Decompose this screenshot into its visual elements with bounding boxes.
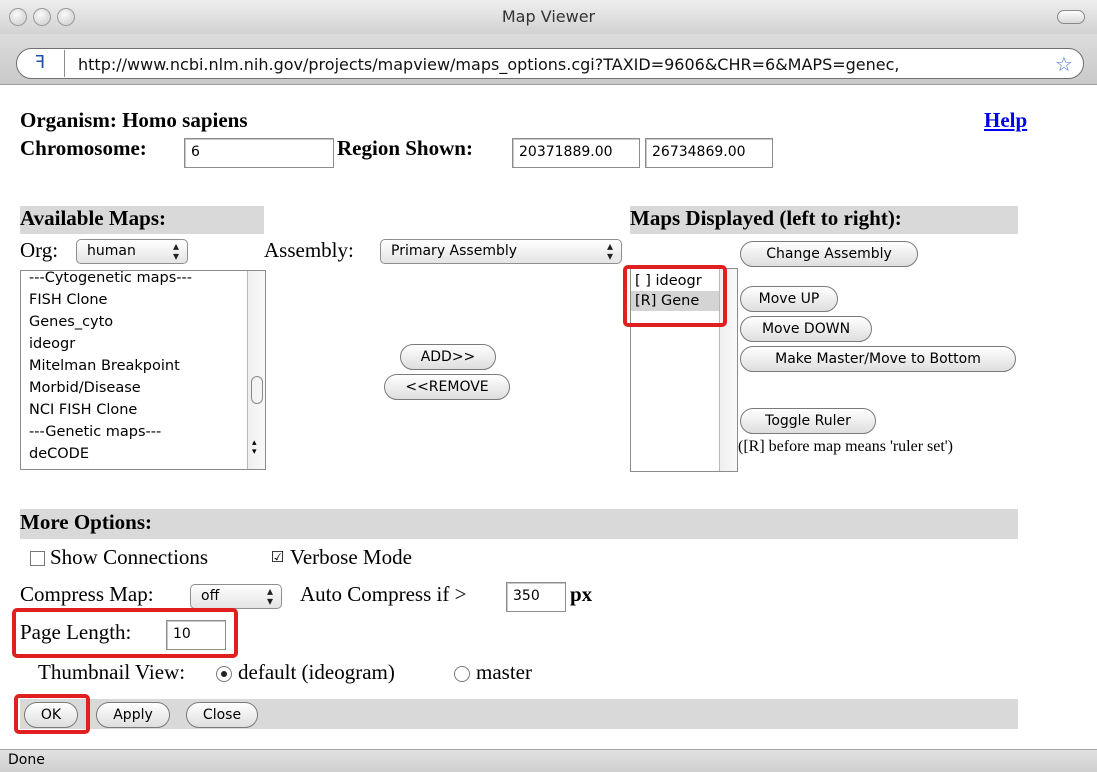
show-connections-label: Show Connections <box>50 545 209 569</box>
compress-map-select[interactable]: off ▴ ▾ <box>190 584 282 609</box>
status-text: Done <box>8 752 45 768</box>
updown-arrow-icon: ▴ ▾ <box>606 239 613 263</box>
toolbar-toggle-icon[interactable] <box>1057 10 1085 24</box>
help-link[interactable]: Help <box>984 108 1027 133</box>
org-label: Org: <box>20 238 59 262</box>
more-options-band <box>20 509 1018 539</box>
available-maps-listbox[interactable]: ---Cytogenetic maps--- FISH Clone Genes_… <box>20 270 266 470</box>
compress-map-label: Compress Map: <box>20 582 154 606</box>
org-select[interactable]: human ▴ ▾ <box>76 239 188 264</box>
region-start-input[interactable]: 20371889.00 <box>512 138 640 168</box>
thumb-default-radio[interactable] <box>216 666 232 682</box>
chromosome-input[interactable]: 6 <box>184 138 334 168</box>
region-end-input[interactable]: 26734869.00 <box>645 138 773 168</box>
address-url-text[interactable]: http://www.ncbi.nlm.nih.gov/projects/map… <box>78 55 900 74</box>
org-select-value: human <box>87 243 136 259</box>
updown-arrow-icon: ▴ ▾ <box>266 584 273 608</box>
thumb-master-radio[interactable] <box>454 666 470 682</box>
radio-dot-icon <box>221 671 227 677</box>
auto-compress-unit: px <box>570 582 593 606</box>
bookmark-star-icon[interactable]: ☆ <box>1055 52 1073 76</box>
list-item[interactable]: Morbid/Disease <box>21 377 247 399</box>
thumb-master-label: master <box>476 660 532 684</box>
move-up-button[interactable]: Move UP <box>740 286 838 312</box>
list-item[interactable]: NCI FISH Clone <box>21 399 247 421</box>
updown-arrow-icon: ▴ ▾ <box>172 239 179 263</box>
maps-displayed-heading: Maps Displayed (left to right): <box>630 206 902 230</box>
list-item[interactable]: ---Genetic maps--- <box>21 421 247 443</box>
available-maps-scrollbar[interactable]: ▴ ▾ <box>247 271 265 469</box>
add-button[interactable]: ADD>> <box>400 344 496 370</box>
address-divider <box>64 50 65 77</box>
list-item[interactable]: FISH Clone <box>21 289 247 311</box>
move-down-button[interactable]: Move DOWN <box>740 316 872 342</box>
show-connections-checkbox[interactable] <box>30 551 45 566</box>
make-master-button[interactable]: Make Master/Move to Bottom <box>740 346 1016 372</box>
toggle-ruler-button[interactable]: Toggle Ruler <box>740 408 876 434</box>
auto-compress-label: Auto Compress if > <box>300 582 467 606</box>
remove-button[interactable]: <<REMOVE <box>384 374 510 400</box>
organism-label: Organism: Homo sapiens <box>20 108 248 132</box>
apply-button[interactable]: Apply <box>96 702 170 728</box>
auto-compress-input[interactable]: 350 <box>506 582 566 612</box>
available-maps-heading: Available Maps: <box>20 206 167 230</box>
list-item[interactable]: Mitelman Breakpoint <box>21 355 247 377</box>
chromosome-label: Chromosome: <box>20 136 147 160</box>
region-shown-label: Region Shown: <box>337 136 473 160</box>
site-favicon-icon: ꟻ <box>34 52 46 73</box>
scroll-arrows-icon[interactable]: ▴ ▾ <box>252 439 257 457</box>
compress-map-value: off <box>201 588 220 604</box>
list-item[interactable]: ideogr <box>21 333 247 355</box>
highlight-page-length <box>12 608 238 658</box>
more-options-heading: More Options: <box>20 510 153 534</box>
list-item[interactable]: deCODE <box>21 443 247 465</box>
assembly-label: Assembly: <box>264 238 354 262</box>
scrollbar-thumb[interactable] <box>251 376 263 404</box>
list-item[interactable]: Genes_cyto <box>21 311 247 333</box>
thumbnail-view-label: Thumbnail View: <box>38 660 186 684</box>
change-assembly-button[interactable]: Change Assembly <box>740 241 918 267</box>
assembly-select-value: Primary Assembly <box>391 243 518 259</box>
assembly-select[interactable]: Primary Assembly ▴ ▾ <box>380 239 622 264</box>
highlight-maps-displayed <box>623 265 727 327</box>
highlight-ok <box>14 694 90 734</box>
ruler-note: ([R] before map means 'ruler set') <box>738 438 954 455</box>
thumb-default-label: default (ideogram) <box>238 660 395 684</box>
verbose-mode-label: Verbose Mode <box>290 545 412 569</box>
list-item[interactable]: ---Cytogenetic maps--- <box>21 271 247 289</box>
window-title: Map Viewer <box>501 7 596 26</box>
close-button[interactable]: Close <box>186 702 258 728</box>
status-bar <box>0 749 1097 772</box>
verbose-mode-checkbox[interactable]: ☑ <box>270 550 285 566</box>
